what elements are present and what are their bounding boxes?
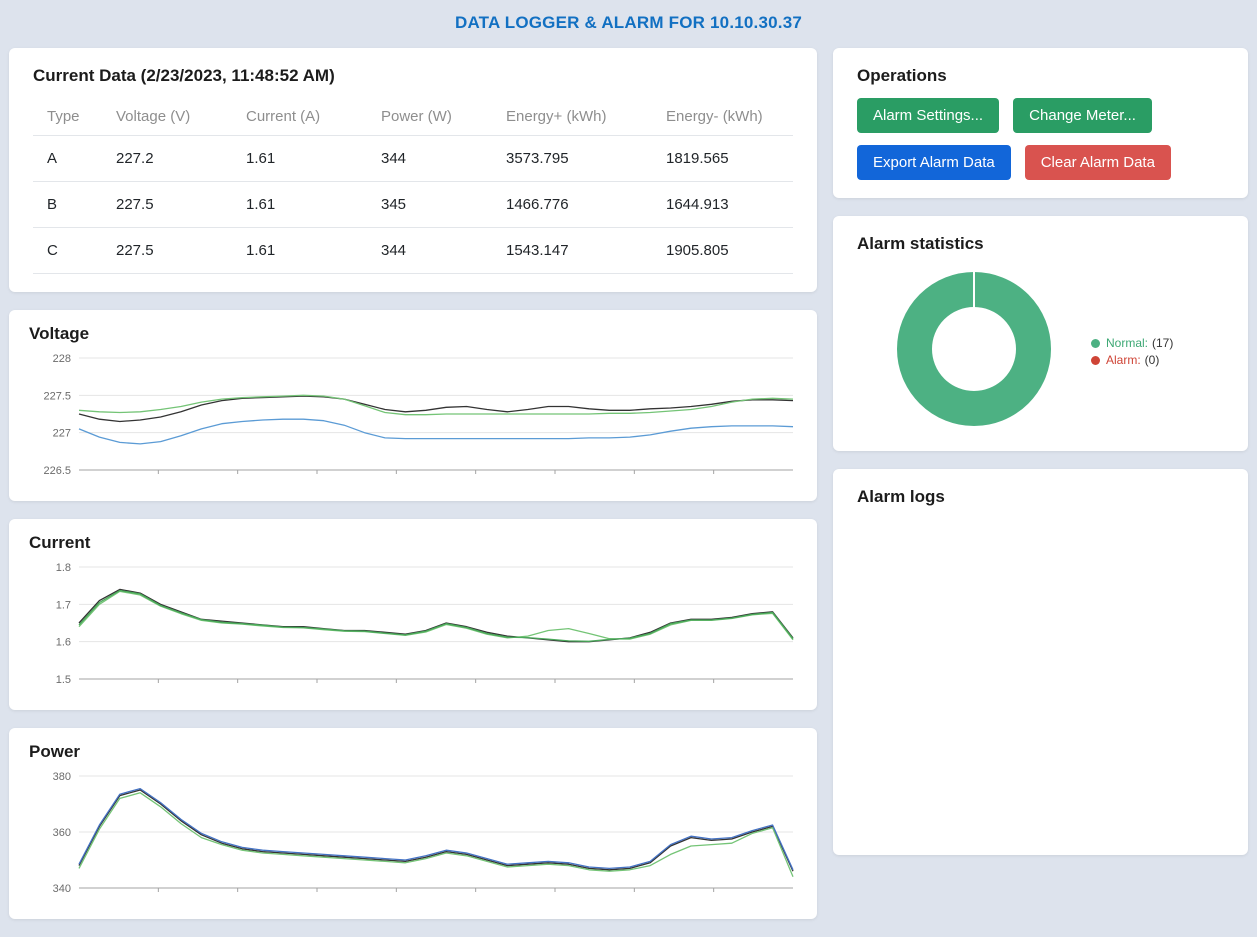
svg-text:1.7: 1.7 xyxy=(56,599,71,611)
change-meter-button[interactable]: Change Meter... xyxy=(1013,98,1152,133)
svg-text:340: 340 xyxy=(53,883,71,895)
donut-legend: Normal: (17) Alarm: (0) xyxy=(1091,333,1173,370)
table-cell: 1.61 xyxy=(238,228,373,274)
alarm-dot-icon xyxy=(1091,356,1100,365)
operations-card: Operations Alarm Settings... Change Mete… xyxy=(833,48,1248,198)
svg-text:226.5: 226.5 xyxy=(43,465,71,477)
table-cell: 3573.795 xyxy=(498,136,658,182)
svg-text:228: 228 xyxy=(53,353,71,365)
page-title: DATA LOGGER & ALARM FOR 10.10.30.37 xyxy=(455,13,802,33)
current-chart-card: Current 1.5 1.6 1.7 1.8 xyxy=(9,519,817,710)
current-data-head-row: TypeVoltage (V)Current (A)Power (W)Energ… xyxy=(33,98,793,136)
column-header: Current (A) xyxy=(238,98,373,136)
svg-text:1.8: 1.8 xyxy=(56,562,71,574)
operations-title: Operations xyxy=(857,66,1224,86)
table-cell: A xyxy=(33,136,108,182)
table-row: A227.21.613443573.7951819.565 xyxy=(33,136,793,182)
table-cell: 1644.913 xyxy=(658,182,793,228)
table-cell: C xyxy=(33,228,108,274)
power-chart-card: Power 340 360 380 xyxy=(9,728,817,919)
table-cell: 227.5 xyxy=(108,228,238,274)
table-cell: 1819.565 xyxy=(658,136,793,182)
alarm-statistics-title: Alarm statistics xyxy=(857,234,1224,254)
column-header: Energy- (kWh) xyxy=(658,98,793,136)
alarm-donut-chart xyxy=(895,270,1053,433)
column-header: Power (W) xyxy=(373,98,498,136)
voltage-chart-card: Voltage 226.5 227 227.5 228 xyxy=(9,310,817,501)
current-data-title: Current Data (2/23/2023, 11:48:52 AM) xyxy=(33,66,793,86)
power-line-chart: 340 360 380 xyxy=(29,766,797,911)
svg-text:227: 227 xyxy=(53,428,71,440)
voltage-line-chart: 226.5 227 227.5 228 xyxy=(29,348,797,493)
right-column: Operations Alarm Settings... Change Mete… xyxy=(833,48,1248,937)
left-column: Current Data (2/23/2023, 11:48:52 AM) Ty… xyxy=(9,48,817,937)
legend-alarm-value: (0) xyxy=(1145,353,1160,367)
table-cell: 227.5 xyxy=(108,182,238,228)
table-cell: 1.61 xyxy=(238,136,373,182)
table-cell: 1905.805 xyxy=(658,228,793,274)
legend-normal-label: Normal: xyxy=(1106,336,1148,350)
main-layout: Current Data (2/23/2023, 11:48:52 AM) Ty… xyxy=(0,46,1257,937)
alarm-statistics-body: Normal: (17) Alarm: (0) xyxy=(857,270,1224,433)
current-data-table: TypeVoltage (V)Current (A)Power (W)Energ… xyxy=(33,98,793,274)
column-header: Voltage (V) xyxy=(108,98,238,136)
current-line-chart: 1.5 1.6 1.7 1.8 xyxy=(29,557,797,702)
table-cell: B xyxy=(33,182,108,228)
legend-item-normal: Normal: (17) xyxy=(1091,336,1173,350)
table-cell: 344 xyxy=(373,136,498,182)
page-header: DATA LOGGER & ALARM FOR 10.10.30.37 xyxy=(0,0,1257,46)
clear-alarm-data-button[interactable]: Clear Alarm Data xyxy=(1025,145,1171,180)
table-row: C227.51.613441543.1471905.805 xyxy=(33,228,793,274)
table-cell: 345 xyxy=(373,182,498,228)
column-header: Type xyxy=(33,98,108,136)
table-cell: 1.61 xyxy=(238,182,373,228)
table-cell: 1466.776 xyxy=(498,182,658,228)
current-data-card: Current Data (2/23/2023, 11:48:52 AM) Ty… xyxy=(9,48,817,292)
svg-text:227.5: 227.5 xyxy=(43,390,71,402)
power-chart-title: Power xyxy=(29,742,797,762)
column-header: Energy+ (kWh) xyxy=(498,98,658,136)
alarm-statistics-card: Alarm statistics Normal: (17) Alarm: (0) xyxy=(833,216,1248,451)
svg-text:360: 360 xyxy=(53,827,71,839)
legend-alarm-label: Alarm: xyxy=(1106,353,1141,367)
svg-text:1.5: 1.5 xyxy=(56,674,71,686)
table-cell: 1543.147 xyxy=(498,228,658,274)
table-cell: 227.2 xyxy=(108,136,238,182)
table-cell: 344 xyxy=(373,228,498,274)
legend-item-alarm: Alarm: (0) xyxy=(1091,353,1173,367)
current-chart-title: Current xyxy=(29,533,797,553)
voltage-chart-title: Voltage xyxy=(29,324,797,344)
table-row: B227.51.613451466.7761644.913 xyxy=(33,182,793,228)
alarm-logs-card: Alarm logs xyxy=(833,469,1248,855)
alarm-settings-button[interactable]: Alarm Settings... xyxy=(857,98,999,133)
operations-row-2: Export Alarm Data Clear Alarm Data xyxy=(857,145,1224,180)
normal-dot-icon xyxy=(1091,339,1100,348)
svg-text:380: 380 xyxy=(53,771,71,783)
svg-text:1.6: 1.6 xyxy=(56,637,71,649)
legend-normal-value: (17) xyxy=(1152,336,1173,350)
export-alarm-data-button[interactable]: Export Alarm Data xyxy=(857,145,1011,180)
current-data-body: A227.21.613443573.7951819.565B227.51.613… xyxy=(33,136,793,274)
operations-row-1: Alarm Settings... Change Meter... xyxy=(857,98,1224,133)
alarm-logs-title: Alarm logs xyxy=(857,487,1224,507)
